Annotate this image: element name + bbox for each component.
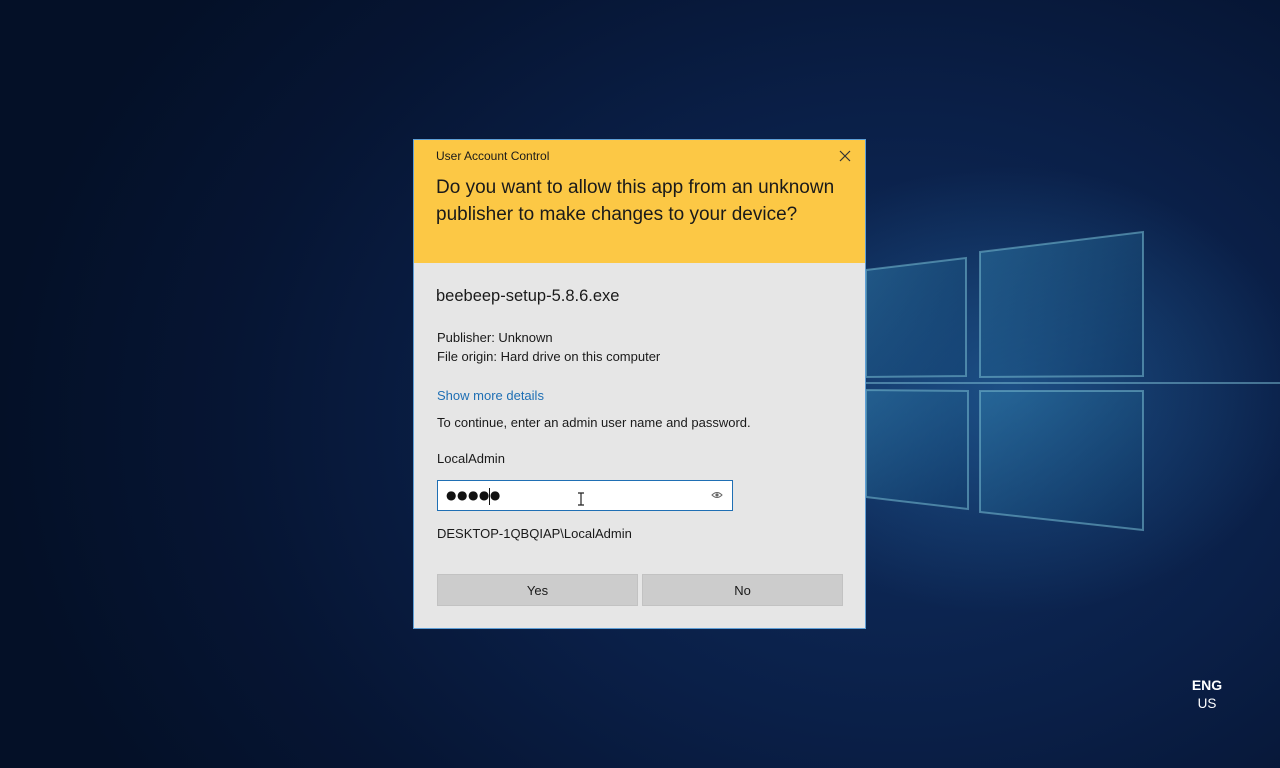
password-input[interactable]: ●●●●● <box>437 480 733 511</box>
dialog-header: User Account Control Do you want to allo… <box>414 140 865 263</box>
yes-button[interactable]: Yes <box>437 574 638 606</box>
close-button[interactable] <box>832 145 858 167</box>
language-indicator[interactable]: ENG US <box>1180 677 1234 711</box>
eye-icon[interactable] <box>711 490 723 500</box>
uac-question: Do you want to allow this app from an un… <box>436 177 835 225</box>
text-cursor-icon <box>578 492 584 506</box>
language-code: ENG <box>1191 677 1223 693</box>
text-caret <box>489 488 490 505</box>
file-origin-info: File origin: Hard drive on this computer <box>437 349 661 364</box>
show-more-details-link[interactable]: Show more details <box>437 388 544 403</box>
admin-username: LocalAdmin <box>437 451 505 466</box>
publisher-info: Publisher: Unknown <box>437 330 553 345</box>
language-region: US <box>1197 696 1217 711</box>
password-value: ●●●●● <box>446 488 501 502</box>
app-name: beebeep-setup-5.8.6.exe <box>436 287 620 305</box>
account-domain: DESKTOP-1QBQIAP\LocalAdmin <box>437 526 632 541</box>
close-icon <box>839 150 851 162</box>
no-button[interactable]: No <box>642 574 843 606</box>
dialog-title: User Account Control <box>436 149 550 163</box>
credentials-instruction: To continue, enter an admin user name an… <box>437 415 751 430</box>
uac-dialog: User Account Control Do you want to allo… <box>413 139 866 629</box>
